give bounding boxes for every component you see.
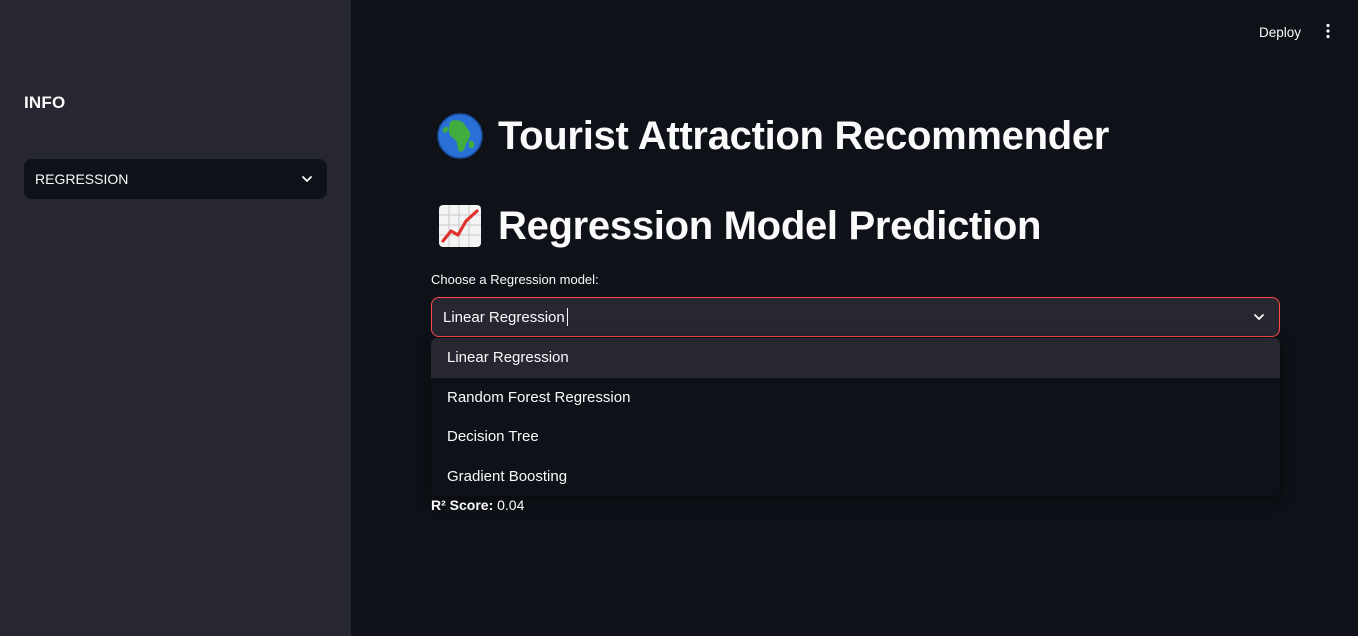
model-dropdown-list: Linear Regression Random Forest Regressi… — [431, 338, 1280, 496]
r2-score: R² Score: 0.04 — [431, 497, 524, 513]
chevron-down-icon — [299, 171, 315, 187]
section-title-text: Regression Model Prediction — [498, 203, 1042, 248]
page-title-text: Tourist Attraction Recommender — [498, 113, 1110, 158]
sidebar: INFO REGRESSION — [0, 0, 351, 636]
model-select-label: Choose a Regression model: — [431, 272, 599, 287]
globe-africa-icon — [436, 112, 484, 160]
model-select-input[interactable]: Linear Regression — [443, 308, 568, 326]
dropdown-option[interactable]: Random Forest Regression — [431, 378, 1280, 418]
deploy-button[interactable]: Deploy — [1251, 18, 1309, 46]
page-title: Tourist Attraction Recommender — [436, 112, 1109, 160]
section-title: Regression Model Prediction — [436, 202, 1041, 250]
sidebar-title: INFO — [24, 93, 66, 112]
r2-score-label: R² Score: — [431, 497, 494, 513]
model-select-value: Linear Regression — [443, 308, 565, 326]
dropdown-option[interactable]: Linear Regression — [431, 338, 1280, 378]
text-caret — [566, 308, 568, 326]
dropdown-option[interactable]: Gradient Boosting — [431, 457, 1280, 497]
r2-score-value: 0.04 — [497, 497, 525, 513]
sidebar-select-value: REGRESSION — [35, 171, 129, 187]
sidebar-mode-select[interactable]: REGRESSION — [24, 159, 327, 199]
chart-increasing-icon — [436, 202, 484, 250]
app: INFO REGRESSION Deploy Tourist Attractio… — [0, 0, 1358, 636]
chevron-down-icon[interactable] — [1251, 309, 1267, 325]
model-select[interactable]: Linear Regression — [431, 297, 1280, 337]
kebab-menu-icon[interactable] — [1316, 19, 1340, 43]
dropdown-option[interactable]: Decision Tree — [431, 417, 1280, 457]
